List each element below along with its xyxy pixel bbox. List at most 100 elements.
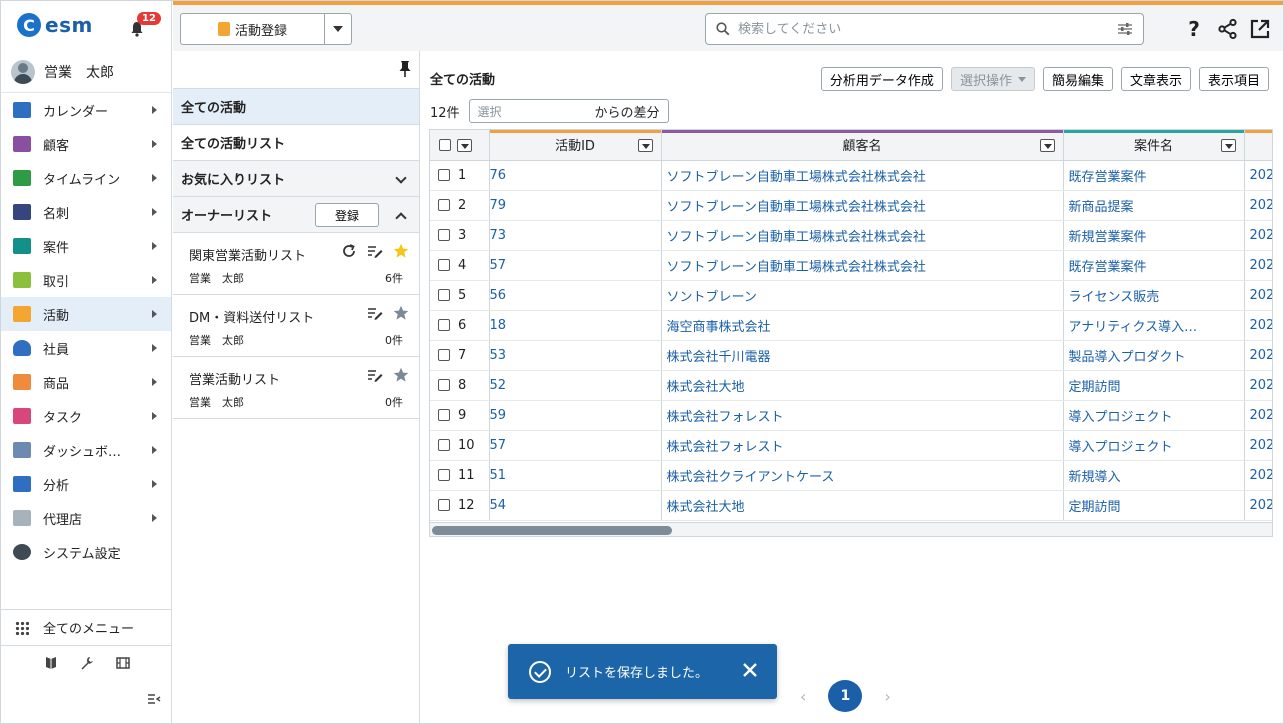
customer-name-link[interactable]: ソントブレーン [661,280,1064,311]
sidebar-item-deals[interactable]: 案件 [1,229,171,263]
table-row[interactable]: 6 18海空商事株式会社アナリティクス導入…2024 [430,310,1272,341]
activity-id-cell[interactable]: 51 [489,460,662,491]
activity-id-cell[interactable]: 18 [489,310,662,341]
activity-id-cell[interactable]: 79 [489,190,662,221]
row-checkbox[interactable] [438,439,450,451]
star-filled-icon[interactable] [393,243,409,259]
star-icon[interactable] [393,367,409,383]
activity-id-cell[interactable]: 76 [489,160,662,191]
activity-register-button[interactable]: 活動登録 [180,13,352,45]
pin-icon[interactable] [399,60,411,78]
table-row[interactable]: 4 57ソフトブレーン自動車工場株式会社株式会社既存営業案件2024 [430,250,1272,281]
deal-name-link[interactable]: 定期訪問 [1063,370,1245,401]
text-view-button[interactable]: 文章表示 [1120,67,1191,91]
edit-list-icon[interactable] [367,305,383,321]
star-icon[interactable] [393,305,409,321]
manual-icon[interactable] [44,656,58,670]
table-row[interactable]: 10 57株式会社フォレスト導入プロジェクト2024 [430,430,1272,461]
row-checkbox[interactable] [438,349,450,361]
deal-name-link[interactable]: 導入プロジェクト [1063,400,1245,431]
column-customer-name[interactable]: 顧客名 [661,130,1064,161]
date-cell[interactable]: 2024 [1244,220,1272,251]
column-activity-id[interactable]: 活動ID [489,130,662,161]
table-row[interactable]: 2 79ソフトブレーン自動車工場株式会社株式会社新商品提案2024 [430,190,1272,221]
close-icon[interactable] [741,661,759,679]
activity-id-cell[interactable]: 54 [489,490,662,521]
activity-id-cell[interactable]: 59 [489,400,662,431]
table-row[interactable]: 1 76ソフトブレーン自動車工場株式会社株式会社既存営業案件2024 [430,160,1272,191]
next-page-icon[interactable]: › [884,687,890,706]
row-checkbox[interactable] [438,319,450,331]
deal-name-link[interactable]: ライセンス販売 [1063,280,1245,311]
deal-name-link[interactable]: アナリティクス導入… [1063,310,1245,341]
activity-id-cell[interactable]: 73 [489,220,662,251]
collapse-sidebar-icon[interactable] [147,692,161,706]
row-checkbox[interactable] [438,169,450,181]
date-cell[interactable]: 2024 [1244,310,1272,341]
sidebar-item-products[interactable]: 商品 [1,365,171,399]
table-row[interactable]: 3 73ソフトブレーン自動車工場株式会社株式会社新規営業案件2024 [430,220,1272,251]
customer-name-link[interactable]: 株式会社フォレスト [661,430,1064,461]
edit-list-icon[interactable] [367,367,383,383]
customer-name-link[interactable]: ソフトブレーン自動車工場株式会社株式会社 [661,250,1064,281]
table-row[interactable]: 9 59株式会社フォレスト導入プロジェクト2024 [430,400,1272,431]
header-dropdown-icon[interactable] [457,139,472,152]
select-all-checkbox[interactable] [439,139,451,151]
activity-id-cell[interactable]: 57 [489,430,662,461]
date-cell[interactable]: 2024 [1244,430,1272,461]
scrollbar-thumb[interactable] [432,526,672,535]
row-checkbox[interactable] [438,469,450,481]
deal-name-link[interactable]: 新商品提案 [1063,190,1245,221]
customer-name-link[interactable]: 株式会社大地 [661,490,1064,521]
register-dropdown-toggle[interactable] [325,14,351,44]
simple-edit-button[interactable]: 簡易編集 [1042,67,1113,91]
sidebar-item-analytics[interactable]: 分析 [1,467,171,501]
display-items-button[interactable]: 表示項目 [1198,67,1269,91]
row-checkbox[interactable] [438,499,450,511]
section-favorite-lists[interactable]: お気に入りリスト [173,161,419,197]
date-cell[interactable]: 2024 [1244,400,1272,431]
sidebar-item-tasks[interactable]: タスク [1,399,171,433]
row-checkbox[interactable] [438,379,450,391]
activity-id-cell[interactable]: 57 [489,250,662,281]
filter-sliders-icon[interactable] [1117,22,1133,36]
user-profile[interactable]: 営業 太郎 [1,51,171,93]
deal-name-link[interactable]: 新規導入 [1063,460,1245,491]
customer-name-link[interactable]: ソフトブレーン自動車工場株式会社株式会社 [661,190,1064,221]
row-checkbox[interactable] [438,289,450,301]
saved-list-item[interactable]: 営業活動リスト 営業 太郎 0件 [173,357,419,419]
date-cell[interactable]: 2024 [1244,370,1272,401]
customer-name-link[interactable]: ソフトブレーン自動車工場株式会社株式会社 [661,160,1064,191]
external-link-icon[interactable] [1249,18,1271,40]
table-row[interactable]: 12 54株式会社大地定期訪問2024 [430,490,1272,521]
create-analysis-data-button[interactable]: 分析用データ作成 [820,67,943,91]
date-cell[interactable]: 2024 [1244,190,1272,221]
customer-name-link[interactable]: ソフトブレーン自動車工場株式会社株式会社 [661,220,1064,251]
customer-name-link[interactable]: 株式会社大地 [661,370,1064,401]
deal-name-link[interactable]: 定期訪問 [1063,490,1245,521]
horizontal-scrollbar[interactable] [430,522,1272,536]
deal-name-link[interactable]: 導入プロジェクト [1063,430,1245,461]
sidebar-item-calendar[interactable]: カレンダー [1,93,171,127]
refresh-icon[interactable] [341,243,357,259]
row-checkbox[interactable] [438,199,450,211]
edit-list-icon[interactable] [367,243,383,259]
selection-actions-button[interactable]: 選択操作 [950,67,1035,91]
table-row[interactable]: 5 56ソントブレーンライセンス販売2024 [430,280,1272,311]
deal-name-link[interactable]: 既存営業案件 [1063,160,1245,191]
sidebar-item-agencies[interactable]: 代理店 [1,501,171,535]
register-list-button[interactable]: 登録 [315,203,379,227]
saved-list-item[interactable]: DM・資料送付リスト 営業 太郎 0件 [173,295,419,357]
date-cell[interactable]: 2024 [1244,340,1272,371]
column-menu-icon[interactable] [1220,139,1236,152]
film-icon[interactable] [115,656,130,670]
date-cell[interactable]: 2024 [1244,280,1272,311]
activity-register-main[interactable]: 活動登録 [181,14,325,44]
nav-all-activities[interactable]: 全ての活動 [173,89,419,125]
customer-name-link[interactable]: 海空商事株式会社 [661,310,1064,341]
page-number[interactable]: 1 [828,680,863,712]
sidebar-item-dashboard[interactable]: ダッシュボ… [1,433,171,467]
customer-name-link[interactable]: 株式会社千川電器 [661,340,1064,371]
nav-all-activity-lists[interactable]: 全ての活動リスト [173,125,419,161]
esm-logo[interactable]: C esm [17,13,93,37]
